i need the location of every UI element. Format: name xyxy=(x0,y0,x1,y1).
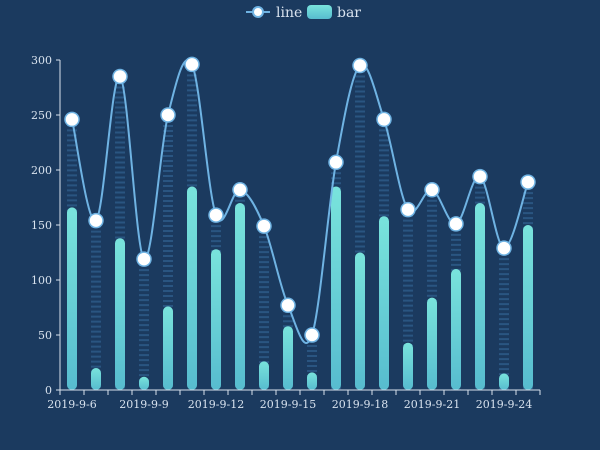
line-point[interactable] xyxy=(208,207,224,223)
line-layer xyxy=(64,56,536,344)
y-tick-label: 100 xyxy=(31,274,52,287)
x-tick-label: 2019-9-9 xyxy=(119,398,168,411)
line-point[interactable] xyxy=(328,154,344,171)
line-point[interactable] xyxy=(184,56,200,73)
bar[interactable] xyxy=(211,249,221,390)
combo-chart: line bar 0 50 100 150 200 250 300 2019-9-6 2019-… xyxy=(31,5,541,411)
line-point[interactable] xyxy=(448,216,464,232)
line-point[interactable] xyxy=(88,212,104,229)
bar[interactable] xyxy=(355,252,365,391)
legend-label-line: line xyxy=(276,5,302,21)
x-tick-label: 2019-9-15 xyxy=(260,398,316,411)
x-tick-label: 2019-9-18 xyxy=(332,398,388,411)
bar[interactable] xyxy=(259,361,269,390)
bar[interactable] xyxy=(499,373,509,391)
x-tick-label: 2019-9-6 xyxy=(47,398,96,411)
line-point[interactable] xyxy=(304,327,320,343)
y-tick-label: 300 xyxy=(31,54,52,67)
bar[interactable] xyxy=(403,342,413,390)
line-point[interactable] xyxy=(424,182,440,198)
line-point[interactable] xyxy=(472,168,488,185)
line-point[interactable] xyxy=(232,182,248,198)
y-tick-label: 50 xyxy=(38,329,52,342)
bar[interactable] xyxy=(451,269,461,390)
bar[interactable] xyxy=(139,376,149,390)
line-point[interactable] xyxy=(400,201,416,218)
bar[interactable] xyxy=(331,186,341,391)
bar[interactable] xyxy=(115,238,125,390)
x-tick-label: 2019-9-12 xyxy=(188,398,244,411)
legend-item-bar[interactable]: bar xyxy=(307,5,361,21)
bar[interactable] xyxy=(307,372,317,390)
line-point[interactable] xyxy=(64,111,80,128)
bar[interactable] xyxy=(427,297,437,390)
legend-label-bar: bar xyxy=(337,5,361,21)
bar[interactable] xyxy=(475,203,485,390)
bar[interactable] xyxy=(187,186,197,391)
bar[interactable] xyxy=(379,216,389,390)
line-point[interactable] xyxy=(280,297,296,314)
chart-container: line bar 0 50 100 150 200 250 300 2019-9-6 2019-… xyxy=(0,0,600,450)
line-point[interactable] xyxy=(112,68,128,85)
bar[interactable] xyxy=(235,203,245,390)
line-point[interactable] xyxy=(352,57,368,74)
y-tick-label: 200 xyxy=(31,164,52,177)
line-point[interactable] xyxy=(256,218,272,234)
line-point[interactable] xyxy=(520,174,536,190)
line-point[interactable] xyxy=(160,107,176,123)
x-tick-label: 2019-9-24 xyxy=(476,398,532,411)
bar[interactable] xyxy=(523,225,533,390)
legend-bar-swatch xyxy=(307,5,332,19)
legend-item-line[interactable]: line xyxy=(246,5,302,21)
legend: line bar xyxy=(246,5,361,21)
y-tick-label: 0 xyxy=(45,384,52,397)
line-point[interactable] xyxy=(136,251,152,267)
bar[interactable] xyxy=(163,306,173,390)
line-point[interactable] xyxy=(376,111,392,128)
y-tick-label: 250 xyxy=(31,109,52,122)
bar[interactable] xyxy=(91,368,101,390)
y-tick-label: 150 xyxy=(31,219,52,232)
bar[interactable] xyxy=(283,326,293,390)
line-point[interactable] xyxy=(496,240,512,256)
x-tick-label: 2019-9-21 xyxy=(404,398,460,411)
legend-line-marker xyxy=(252,6,264,18)
bar[interactable] xyxy=(67,207,77,390)
